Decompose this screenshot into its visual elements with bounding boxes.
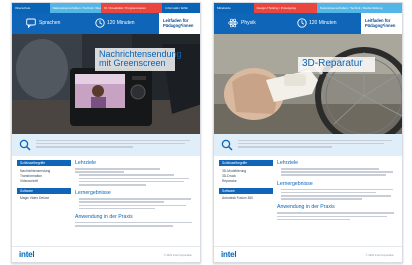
- subject-bar: Physik 120 Minuten Leitfaden für Pädagog…: [214, 13, 402, 34]
- summary-text: [238, 138, 400, 149]
- section-heading: Lehrziele: [75, 160, 97, 166]
- bicycle-repair-photo: [214, 34, 402, 134]
- section-heading: Anwendung in der Praxis: [75, 213, 133, 220]
- speech-bubble-icon: [26, 18, 36, 28]
- lesson-body: Lehrziele Lernergebnisse Anwendung in de…: [277, 160, 399, 222]
- copyright-text: © 2022 Intel Corporation: [365, 254, 394, 257]
- card-footer: intel © 2022 Intel Corporation: [214, 246, 402, 262]
- lesson-body: Lehrziele Lernergebnisse Anwendung in de…: [75, 160, 197, 228]
- copyright-text: © 2022 Intel Corporation: [163, 254, 192, 257]
- subject-label: Sprachen: [39, 20, 61, 26]
- magnifier-icon: [221, 139, 233, 151]
- clock-icon: [95, 18, 105, 28]
- summary-text: [36, 138, 198, 149]
- section-heading: Anwendung in der Praxis: [277, 204, 335, 211]
- hero-photo: Nachrichtensendung mit Greenscreen: [12, 34, 200, 134]
- keyword-sidebar: Schlüsselbegriffe Nachrichtensendung Tra…: [17, 160, 71, 201]
- hero-photo: 3D-Reparatur: [214, 34, 402, 134]
- lesson-title: Nachrichtensendung mit Greenscreen: [95, 48, 182, 71]
- category-tab: KI / Kreativität / Programmieren: [101, 3, 163, 13]
- guide-card-newscast[interactable]: Oberschule Naturwissenschaften / Technik…: [11, 2, 201, 263]
- section-heading: Lehrziele: [277, 160, 299, 166]
- category-tab: Informatik / Ethik: [162, 3, 200, 13]
- section-heading: Lernergebnisse: [75, 190, 111, 197]
- sidebar-heading-keywords: Schlüsselbegriffe: [219, 160, 273, 166]
- sidebar-heading-keywords: Schlüsselbegriffe: [17, 160, 71, 166]
- lesson-title: 3D-Reparatur: [298, 57, 375, 72]
- summary-box: [12, 134, 200, 156]
- card-footer: intel © 2022 Intel Corporation: [12, 246, 200, 262]
- intel-logo: intel: [221, 250, 237, 259]
- guide-card-3d-repair[interactable]: Mittelstufe Design-Thinking / Prototypin…: [213, 2, 403, 263]
- category-tab: Naturwissenschaften / Technik / Medienbi…: [316, 3, 402, 13]
- sidebar-item: Autodesk Fusion 360: [222, 196, 253, 201]
- sidebar-heading-software: Software: [17, 187, 71, 194]
- keyword-sidebar: Schlüsselbegriffe 3D-Modellierung 3D-Dru…: [219, 160, 273, 201]
- guide-label: Leitfaden für Pädagog*innen: [361, 13, 402, 34]
- summary-box: [214, 134, 402, 156]
- category-tab: Design-Thinking / Prototyping: [253, 3, 317, 13]
- category-tab: Mittelstufe: [214, 3, 254, 13]
- sidebar-heading-software: Software: [219, 187, 273, 194]
- category-bar: Oberschule Naturwissenschaften / Technik…: [12, 3, 200, 13]
- sidebar-item: Magix Video Deluxe: [20, 196, 50, 201]
- magnifier-icon: [19, 139, 31, 151]
- category-tab: Oberschule: [12, 3, 50, 13]
- duration-label: 120 Minuten: [309, 20, 337, 26]
- category-bar: Mittelstufe Design-Thinking / Prototypin…: [214, 3, 402, 13]
- guide-label: Leitfaden für Pädagog*innen: [159, 13, 200, 34]
- clock-icon: [297, 18, 307, 28]
- atom-icon: [228, 18, 238, 28]
- subject-label: Physik: [241, 20, 256, 26]
- intel-logo: intel: [19, 250, 35, 259]
- section-heading: Lernergebnisse: [277, 180, 313, 187]
- subject-bar: Sprachen 120 Minuten Leitfaden für Pädag…: [12, 13, 200, 34]
- category-tab: Naturwissenschaften / Technik / Medienbi…: [49, 3, 102, 13]
- duration-label: 120 Minuten: [107, 20, 135, 26]
